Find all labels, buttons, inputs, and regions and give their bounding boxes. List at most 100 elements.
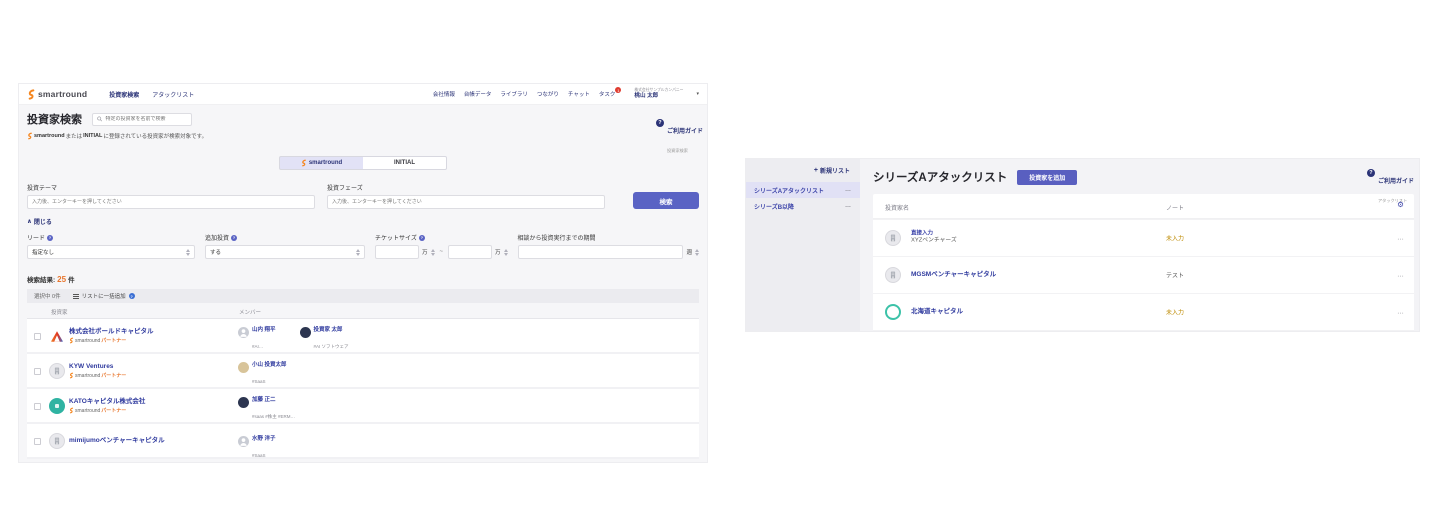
- results-unit: 件: [68, 277, 75, 284]
- chevron-down-icon[interactable]: ▾: [696, 91, 699, 97]
- row-checkbox[interactable]: [34, 403, 41, 410]
- filter-follow-on: 追加投資? する: [205, 233, 365, 259]
- nav-attack-list[interactable]: アタックリスト: [152, 90, 194, 99]
- ticket-min-input[interactable]: [375, 245, 419, 259]
- sidebar-item-label: シリーズB以降: [754, 204, 795, 211]
- smartround-partner-badge: smartround パートナー: [69, 372, 126, 379]
- new-list-button[interactable]: + 新規リスト: [746, 166, 860, 175]
- table-row[interactable]: 直接入力 XYZベンチャーズ 未入力 …: [873, 219, 1414, 256]
- investor-name-link[interactable]: MGSMベンチャーキャピタル: [911, 271, 996, 279]
- avatar: [238, 436, 249, 447]
- table-row[interactable]: KATOキャピタル株式会社 未入力 …: [873, 330, 1414, 331]
- period-label: 相談から投資実行までの期間: [517, 236, 596, 242]
- help-icon[interactable]: ?: [418, 234, 425, 241]
- smartround-logo[interactable]: smartround: [27, 88, 87, 100]
- toggle-smartround[interactable]: smartround: [279, 156, 363, 170]
- user-name: 桃山 太郎: [634, 92, 659, 99]
- lead-select[interactable]: 指定なし: [27, 245, 195, 259]
- nav-tasks[interactable]: タスク 1: [598, 87, 622, 98]
- ticket-max-input[interactable]: [448, 245, 493, 259]
- table-row[interactable]: 株式会社ボールドキャピタル smartround パートナー 山内 翔平 #AI……: [27, 319, 699, 354]
- gear-icon[interactable]: ⚙: [1397, 200, 1404, 209]
- add-investor-button[interactable]: 投資家を追加: [1017, 169, 1078, 185]
- usage-guide-link[interactable]: ? ご利用ガイド 投資家検索: [655, 119, 703, 157]
- member-name-link[interactable]: 水野 洋子: [252, 436, 276, 443]
- user-menu[interactable]: 株式会社サンプルカンパニー 桃山 太郎: [634, 88, 683, 100]
- search-scope-note: smartround または INITIAL に登録されている投資家が検索対象で…: [27, 132, 699, 140]
- table-row[interactable]: mimijumoベンチャーキャピタル 水野 洋子 #SaaS: [27, 424, 699, 459]
- attack-list-table: 投資家名 ノート ⚙ 直接入力 XYZベンチャーズ 未入力 … MGSMベンチャ…: [873, 194, 1414, 331]
- note-value[interactable]: 未入力: [1166, 234, 1184, 243]
- sidebar-item-series-a[interactable]: シリーズAアタックリスト …: [746, 182, 860, 198]
- partner-brand: smartround: [75, 407, 101, 414]
- note-value[interactable]: テスト: [1166, 271, 1184, 280]
- note-value[interactable]: 未入力: [1166, 308, 1184, 317]
- row-checkbox[interactable]: [34, 438, 41, 445]
- investor-logo: [885, 267, 901, 283]
- note-mid: または: [65, 134, 83, 140]
- selected-count: 選択中 0件: [34, 294, 61, 300]
- help-icon[interactable]: ?: [231, 234, 238, 241]
- nav-ledger-data[interactable]: 台帳データ: [464, 90, 492, 98]
- help-icon[interactable]: ?: [128, 293, 135, 299]
- select-arrows-icon: [356, 248, 360, 256]
- phase-input[interactable]: [327, 195, 605, 209]
- nav-chat[interactable]: チャット: [568, 90, 590, 98]
- smartround-investor-search-window: smartround 投資家検索 アタックリスト 会社情報 台帳データ ライブラ…: [18, 83, 708, 463]
- table-row[interactable]: KYW Ventures smartround パートナー 小山 投資太郎 #Sa…: [27, 354, 699, 389]
- more-menu-icon[interactable]: …: [1397, 272, 1404, 279]
- toggle-initial[interactable]: INITIAL: [363, 156, 447, 170]
- collapse-filters-link[interactable]: ∧ 閉じる: [27, 217, 52, 226]
- follow-value: する: [210, 250, 222, 256]
- table-row[interactable]: MGSMベンチャーキャピタル テスト …: [873, 256, 1414, 293]
- member-name-link[interactable]: 小山 投資太郎: [252, 362, 287, 369]
- avatar: [238, 362, 249, 373]
- filter-period: 相談から投資実行までの期間 週: [517, 233, 699, 259]
- investor-name-link[interactable]: mimijumoベンチャーキャピタル: [69, 437, 165, 445]
- search-button[interactable]: 検索: [633, 192, 699, 209]
- more-menu-icon[interactable]: …: [1397, 309, 1404, 316]
- toggle-initial-label: INITIAL: [394, 160, 415, 166]
- investor-name-link[interactable]: 株式会社ボールドキャピタル: [69, 328, 154, 336]
- smartround-mini-icon: [28, 132, 32, 140]
- member-name-link[interactable]: 加藤 正二: [252, 397, 295, 404]
- list-title: シリーズAアタックリスト: [873, 172, 1008, 184]
- more-menu-icon[interactable]: …: [845, 203, 852, 209]
- investor-name-link[interactable]: 北海道キャピタル: [911, 308, 963, 316]
- member-name-link[interactable]: 投資家 太郎: [314, 327, 349, 334]
- investor-name-link[interactable]: KYW Ventures: [69, 363, 126, 371]
- nav-company-info[interactable]: 会社情報: [433, 90, 455, 98]
- nav-library[interactable]: ライブラリ: [500, 90, 528, 98]
- row-checkbox[interactable]: [34, 333, 41, 340]
- member-name-link[interactable]: 山内 翔平: [252, 327, 276, 334]
- period-input[interactable]: [517, 245, 684, 259]
- row-checkbox[interactable]: [34, 368, 41, 375]
- more-menu-icon[interactable]: …: [845, 187, 852, 193]
- investor-name-link[interactable]: KATOキャピタル株式会社: [69, 398, 145, 406]
- more-menu-icon[interactable]: …: [1397, 235, 1404, 242]
- new-list-label: 新規リスト: [819, 169, 850, 175]
- theme-input[interactable]: [27, 195, 315, 209]
- follow-select[interactable]: する: [205, 245, 365, 259]
- theme-label: 投資テーマ: [27, 186, 58, 192]
- investor-logo: [49, 328, 65, 344]
- question-icon: ?: [1366, 169, 1375, 177]
- sidebar-item-series-b[interactable]: シリーズB以降 …: [746, 198, 860, 214]
- bulk-add-to-list-button[interactable]: リストに一括追加 ?: [72, 292, 135, 300]
- search-input[interactable]: [105, 116, 187, 122]
- stepper-arrows-icon[interactable]: [695, 248, 699, 256]
- help-icon[interactable]: ?: [47, 234, 54, 241]
- range-tilde: ~: [439, 249, 444, 255]
- investor-name-search[interactable]: [92, 112, 192, 126]
- nav-tasks-label: タスク: [598, 92, 616, 98]
- investor-name-link[interactable]: XYZベンチャーズ: [911, 238, 957, 246]
- column-note: ノート: [1166, 206, 1185, 212]
- smartround-logo-icon: [28, 88, 35, 100]
- table-row[interactable]: 北海道キャピタル 未入力 …: [873, 293, 1414, 330]
- nav-connections[interactable]: つながり: [537, 90, 559, 98]
- stepper-arrows-icon[interactable]: [430, 248, 435, 256]
- list-sidebar: + 新規リスト シリーズAアタックリスト … シリーズB以降 …: [746, 159, 860, 331]
- stepper-arrows-icon[interactable]: [503, 248, 508, 256]
- nav-investor-search[interactable]: 投資家検索: [109, 90, 139, 99]
- table-row[interactable]: KATOキャピタル株式会社 smartround パートナー 加藤 正二 #saa…: [27, 389, 699, 424]
